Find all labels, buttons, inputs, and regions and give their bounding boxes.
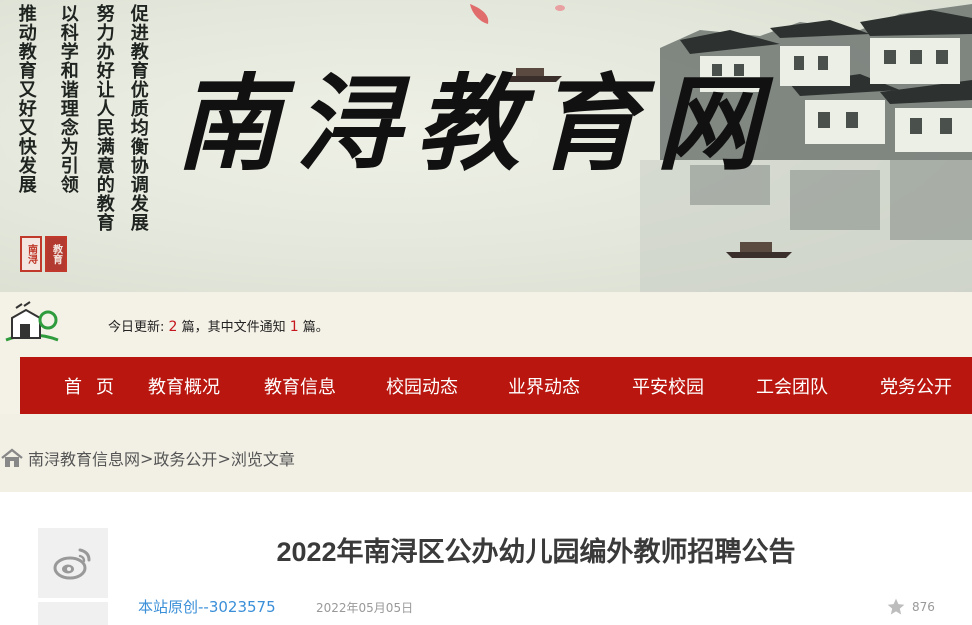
header-banner: 促进教育优质均衡协调发展 努力办好让人民满意的教育 以科学和谐理念为引领 推动教…: [0, 0, 972, 292]
breadcrumb-item-current: 浏览文章: [230, 450, 295, 469]
breadcrumb-item-gov[interactable]: 政务公开: [153, 446, 217, 470]
update-count-notice: 1: [289, 319, 299, 335]
article-source[interactable]: 本站原创--3023575: [138, 596, 276, 617]
share-button-2[interactable]: [38, 602, 108, 625]
site-logo-icon[interactable]: [2, 300, 62, 346]
update-notice: 今日更新: 2 篇，其中文件通知 1 篇。: [108, 316, 329, 335]
slogan-line-2: 努力办好让人民满意的教育: [93, 4, 115, 232]
update-prefix: 今日更新:: [108, 320, 169, 335]
home-icon: [1, 448, 23, 467]
star-icon[interactable]: [886, 597, 906, 617]
article-title: 2022年南浔区公办幼儿园编外教师招聘公告: [276, 537, 796, 567]
breadcrumb-separator: >: [217, 448, 231, 468]
slogan-line-3: 以科学和谐理念为引领: [57, 4, 79, 194]
nav-item-industry[interactable]: 业界动态: [508, 373, 580, 399]
article-date: 2022年05月05日: [316, 601, 414, 615]
breadcrumb-separator: >: [140, 448, 154, 468]
weibo-icon: [53, 548, 91, 580]
update-suffix: 篇。: [298, 320, 329, 335]
nav-item-party[interactable]: 党务公开: [880, 373, 952, 399]
seal-right: 教育: [45, 236, 67, 272]
nav-item-info[interactable]: 教育信息: [264, 373, 336, 399]
share-weibo-button[interactable]: [38, 528, 108, 598]
slogan-line-1: 促进教育优质均衡协调发展: [127, 4, 149, 232]
seal-left: 南浔: [20, 236, 42, 272]
seal-stamp: 南浔 教育: [20, 236, 67, 272]
slogan-line-4: 推动教育又好又快发展: [15, 4, 37, 194]
nav-item-union[interactable]: 工会团队: [756, 373, 828, 399]
nav-item-campus[interactable]: 校园动态: [386, 373, 458, 399]
nav-item-home[interactable]: 首页: [64, 373, 128, 399]
nav-item-overview[interactable]: 教育概况: [148, 373, 220, 399]
breadcrumb: 南浔教育信息网 > 政务公开 > 浏览文章: [0, 446, 295, 470]
nav-item-safety[interactable]: 平安校园: [632, 373, 704, 399]
views-count: 876: [912, 600, 935, 614]
update-mid: 篇，其中文件通知: [177, 320, 290, 335]
article-views: 876: [886, 597, 935, 617]
breadcrumb-item-site[interactable]: 南浔教育信息网: [28, 446, 140, 470]
main-nav: 首页 教育概况 教育信息 校园动态 业界动态 平安校园 工会团队 党务公开: [20, 357, 972, 414]
site-title: 南浔教育网: [176, 62, 777, 185]
